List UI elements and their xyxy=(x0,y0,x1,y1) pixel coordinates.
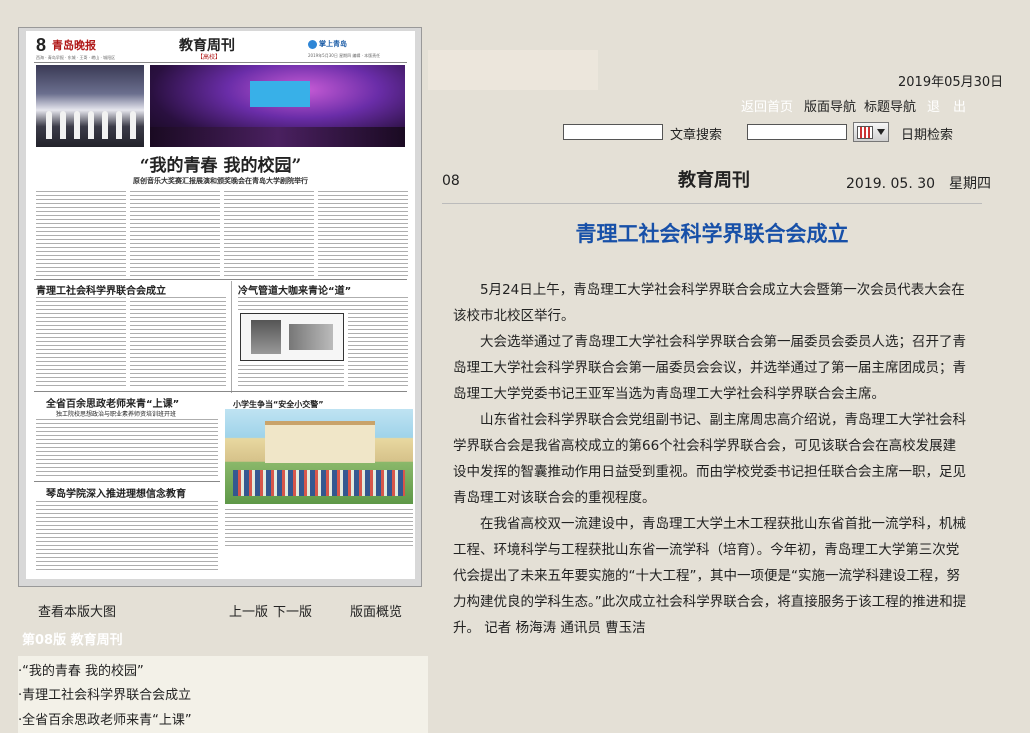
article-paragraph: 山东省社会科学界联合会党组副书记、副主席周忠高介绍说，青岛理工大学社会科学界联合… xyxy=(453,412,966,506)
article-title: 青理工社会科学界联合会成立 xyxy=(575,222,849,246)
stage-photo[interactable] xyxy=(150,65,405,147)
page-thumbnail-frame: 8 青岛晚报 西海 · 青岛早报 · 东城 · 王哥 · 崂山 · 城阳区 教育… xyxy=(18,27,422,587)
text-column xyxy=(36,297,126,387)
article-list-item[interactable]: ·全省百余思政老师来青“上课” xyxy=(18,709,192,728)
concert-photo[interactable] xyxy=(36,65,144,147)
text-column xyxy=(130,191,220,276)
article-body: 5月24日上午，青岛理工大学社会科学界联合会成立大会暨第一次会员代表大会在该校市… xyxy=(453,277,968,641)
photo-figure xyxy=(130,111,136,139)
thumbnail-story-title[interactable]: 冷气管道大咖来青论“道” xyxy=(238,282,351,297)
text-column xyxy=(238,365,344,387)
next-page-link[interactable]: 下一版 xyxy=(273,601,312,620)
photo-figure xyxy=(46,111,52,139)
thumbnail-story-title[interactable]: 琴岛学院深入推进理想信念教育 xyxy=(46,485,186,500)
masthead-small-text: 西海 · 青岛早报 · 东城 · 王哥 · 崂山 · 城阳区 xyxy=(36,55,116,60)
home-link[interactable]: 返回首页 xyxy=(741,96,793,115)
stage-floor xyxy=(150,127,405,147)
text-column xyxy=(130,297,226,387)
text-column xyxy=(36,191,126,276)
article-search-input[interactable] xyxy=(563,124,663,140)
thumbnail-page-number: 8 xyxy=(36,35,47,55)
thumbnail-section-subtitle: 【高校】 xyxy=(197,54,222,61)
article-issue-date: 2019. 05. 30 星期四 xyxy=(846,176,992,192)
school-building xyxy=(265,421,375,463)
view-large-page-link[interactable]: 查看本版大图 xyxy=(38,601,116,620)
thumbnail-story-title[interactable]: 青理工社会科学界联合会成立 xyxy=(36,282,166,297)
thumbnail-story-title[interactable]: 全省百余思政老师来青“上课” xyxy=(46,395,179,410)
article-list-item[interactable]: ·青理工社会科学界联合会成立 xyxy=(18,684,191,703)
layout-nav-link[interactable]: 版面导航 xyxy=(804,96,856,115)
text-column xyxy=(348,313,408,387)
section-divider xyxy=(34,391,407,392)
article-search-button[interactable]: 文章搜索 xyxy=(670,124,722,143)
app-name: 掌上青岛 xyxy=(319,40,347,48)
section-divider xyxy=(34,279,407,280)
newspaper-page-thumbnail[interactable]: 8 青岛晚报 西海 · 青岛早报 · 东城 · 王哥 · 崂山 · 城阳区 教育… xyxy=(26,31,415,579)
thumbnail-subheadline: 原创音乐大奖赛汇报展演和颁奖晚会在青岛大学剧院举行 xyxy=(133,177,308,185)
article-paragraph: 大会选举通过了青岛理工大学社会科学界联合会第一届委员会委员人选；召开了青岛理工大… xyxy=(453,334,966,402)
column-divider xyxy=(231,281,232,393)
exit-link[interactable]: 退 出 xyxy=(927,96,966,115)
date-search-button[interactable]: 日期检索 xyxy=(901,124,953,143)
title-nav-link[interactable]: 标题导航 xyxy=(864,96,916,115)
photo-figure xyxy=(102,111,108,139)
photo-element xyxy=(251,320,281,354)
calendar-picker-button[interactable] xyxy=(853,122,889,142)
stage-screen xyxy=(250,81,310,107)
header-decoration xyxy=(428,50,598,90)
calendar-icon xyxy=(857,126,873,139)
article-list-item[interactable]: ·“我的青春 我的校园” xyxy=(18,660,144,679)
text-column xyxy=(238,297,408,311)
page-overview-link[interactable]: 版面概览 xyxy=(350,601,402,620)
masthead-small-text-right: 2019年5月30日 星期四 编辑 · 本版责任 xyxy=(308,53,381,58)
school-children-photo[interactable] xyxy=(225,409,413,504)
photo-figure xyxy=(116,111,122,139)
header-divider xyxy=(442,203,982,204)
text-column xyxy=(36,501,218,573)
current-date: 2019年05月30日 xyxy=(898,75,1004,90)
photo-figure xyxy=(60,111,66,139)
article-section-name: 教育周刊 xyxy=(678,170,750,191)
app-logo-icon xyxy=(308,39,317,49)
prev-page-link[interactable]: 上一版 xyxy=(229,601,268,620)
text-column xyxy=(318,191,408,276)
photo-figure xyxy=(88,111,94,139)
text-column xyxy=(225,509,413,549)
app-badge: 掌上青岛 xyxy=(308,39,347,49)
thumbnail-story-subtitle: 独工院校思想政治与职业素养师资培训班开班 xyxy=(56,411,177,418)
article-page-number: 08 xyxy=(442,173,460,189)
page-version-label: 第08版 教育周刊 xyxy=(22,633,123,648)
thumbnail-masthead: 8 青岛晚报 西海 · 青岛早报 · 东城 · 王哥 · 崂山 · 城阳区 教育… xyxy=(34,35,407,63)
story-photo[interactable] xyxy=(240,313,344,361)
text-column xyxy=(224,191,314,276)
text-column xyxy=(36,419,218,477)
section-divider xyxy=(34,481,220,482)
thumbnail-headline[interactable]: “我的青春 我的校园” xyxy=(26,151,415,176)
newspaper-logo: 青岛晚报 xyxy=(52,39,96,52)
article-list: ·“我的青春 我的校园” ·青理工社会科学界联合会成立 ·全省百余思政老师来青“… xyxy=(18,656,428,733)
children-group xyxy=(233,470,405,496)
date-search-input[interactable] xyxy=(747,124,847,140)
article-paragraph: 5月24日上午，青岛理工大学社会科学界联合会成立大会暨第一次会员代表大会在该校市… xyxy=(453,282,965,324)
article-paragraph: 在我省高校双一流建设中，青岛理工大学土木工程获批山东省首批一流学科，机械工程、环… xyxy=(453,516,967,636)
chevron-down-icon xyxy=(877,129,885,135)
photo-element xyxy=(289,324,333,350)
photo-figure xyxy=(74,111,80,139)
